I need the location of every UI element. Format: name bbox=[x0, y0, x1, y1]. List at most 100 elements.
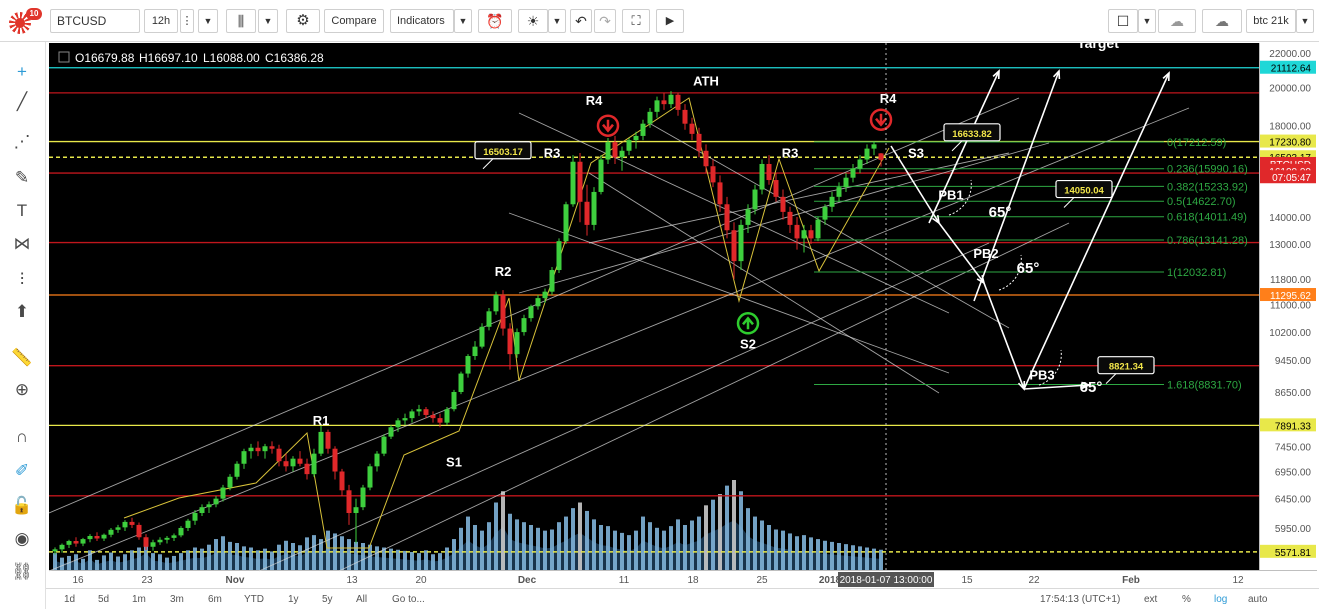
zoom-in-icon[interactable]: ⊕ bbox=[10, 378, 34, 402]
undo-icon[interactable]: ↶ bbox=[570, 9, 592, 33]
volume-bar bbox=[158, 554, 162, 570]
candle-body bbox=[507, 328, 513, 355]
interval-button[interactable]: 12h bbox=[144, 9, 178, 33]
bottom-bar: 1d 5d 1m 3m 6m YTD 1y 5y All Go to... 17:54:13 (UT… bbox=[46, 588, 1319, 609]
price-callout-text: 16503.17 bbox=[483, 147, 523, 158]
volume-bar bbox=[501, 491, 505, 570]
range-button-1m[interactable]: 1m bbox=[132, 592, 146, 607]
brush-icon[interactable]: ✎ bbox=[10, 166, 34, 190]
volume-bar bbox=[193, 547, 197, 570]
candle-body bbox=[780, 196, 786, 212]
volume-bar bbox=[326, 530, 330, 570]
goto-date-button[interactable]: Go to... bbox=[392, 592, 425, 607]
candle-body bbox=[206, 504, 212, 508]
magnet-icon[interactable]: ∩ bbox=[10, 425, 34, 449]
logo-dot bbox=[15, 18, 25, 28]
notification-badge: 10 bbox=[26, 8, 42, 20]
range-button-5y[interactable]: 5y bbox=[322, 592, 333, 607]
eye-icon[interactable]: ◉ bbox=[10, 527, 34, 551]
layout-name-button[interactable]: btc 21k bbox=[1246, 9, 1296, 33]
trend-line-icon[interactable]: ╱ bbox=[10, 90, 34, 114]
cloud-load-icon[interactable]: ☁ bbox=[1158, 9, 1196, 33]
candle-body bbox=[724, 204, 730, 231]
alert-clock-icon[interactable]: ⏰ bbox=[478, 9, 512, 33]
candle-body bbox=[129, 521, 135, 525]
volume-bar bbox=[767, 525, 771, 570]
candle-body bbox=[255, 447, 261, 452]
chart-pane[interactable]: 0(17212.59) 0.236(15990.16) 0.382(15233.92… bbox=[48, 35, 1317, 593]
candle-body bbox=[192, 513, 198, 521]
volume-bar bbox=[172, 555, 176, 570]
volume-bar bbox=[242, 546, 246, 570]
text-tool-icon[interactable]: T bbox=[10, 199, 34, 223]
link-icon[interactable]: ⛓ bbox=[10, 560, 34, 584]
volume-bar bbox=[102, 555, 106, 570]
volume-bar bbox=[718, 494, 722, 570]
ext-hours-toggle[interactable]: ext bbox=[1144, 592, 1157, 607]
price-axis-tick: 11800.00 bbox=[1270, 275, 1311, 286]
candle-body bbox=[479, 326, 485, 347]
brightness-dropdown-icon[interactable]: ▼ bbox=[548, 9, 566, 33]
range-button-all[interactable]: All bbox=[356, 592, 367, 607]
volume-bar bbox=[116, 556, 120, 570]
candle-body bbox=[87, 535, 93, 540]
indicators-button[interactable]: Indicators bbox=[390, 9, 454, 33]
utc-clock[interactable]: 17:54:13 (UTC+1) bbox=[1040, 592, 1120, 607]
candle-body bbox=[822, 206, 828, 220]
compare-button[interactable]: Compare bbox=[324, 9, 384, 33]
chart-annotation-label: Target bbox=[1077, 43, 1119, 51]
range-button-5d[interactable]: 5d bbox=[98, 592, 109, 607]
range-button-3m[interactable]: 3m bbox=[170, 592, 184, 607]
candle-body bbox=[276, 448, 282, 462]
replay-play-icon[interactable]: ▶ bbox=[656, 9, 684, 33]
chart-type-icon[interactable]: ⫼ bbox=[226, 9, 256, 33]
volume-bar bbox=[704, 505, 708, 570]
symbol-input[interactable]: BTCUSD bbox=[50, 9, 140, 33]
volume-bar bbox=[81, 558, 85, 570]
interval-dropdown-icon[interactable]: ▼ bbox=[198, 9, 218, 33]
range-button-ytd[interactable]: YTD bbox=[244, 592, 264, 607]
candle-body bbox=[710, 166, 716, 183]
pattern-tool-icon[interactable]: ⋈ bbox=[10, 232, 34, 256]
fib-retracement-icon[interactable]: ⋰ bbox=[10, 130, 34, 154]
layout-name-dropdown-icon[interactable]: ▼ bbox=[1296, 9, 1314, 33]
candle-body bbox=[367, 466, 373, 488]
price-axis-tick: 8650.00 bbox=[1275, 388, 1312, 399]
candle-body bbox=[787, 211, 793, 225]
redo-icon[interactable]: ↷ bbox=[594, 9, 616, 33]
percent-scale-toggle[interactable]: % bbox=[1182, 592, 1191, 607]
lock-icon[interactable]: 🔓 bbox=[10, 494, 34, 518]
settings-gear-icon[interactable]: ⚙ bbox=[286, 9, 320, 33]
arrow-up-icon[interactable]: ⬆ bbox=[10, 300, 34, 324]
crosshair-icon[interactable]: + bbox=[10, 60, 34, 84]
interval-menu-icon[interactable]: ⋮ bbox=[180, 9, 194, 33]
volume-bar bbox=[781, 530, 785, 570]
auto-scale-toggle[interactable]: auto bbox=[1248, 592, 1267, 607]
lock-drawing-icon[interactable]: ✐ bbox=[10, 459, 34, 483]
candle-body bbox=[864, 148, 870, 160]
price-chart[interactable]: 0(17212.59) 0.236(15990.16) 0.382(15233.92… bbox=[48, 35, 1317, 588]
indicators-dropdown-icon[interactable]: ▼ bbox=[454, 9, 472, 33]
candle-body bbox=[444, 409, 450, 423]
layout-square-icon[interactable]: ☐ bbox=[1108, 9, 1138, 33]
range-button-6m[interactable]: 6m bbox=[208, 592, 222, 607]
candle-body bbox=[717, 182, 723, 205]
candle-body bbox=[542, 291, 548, 299]
candle-body bbox=[745, 209, 751, 225]
prediction-tool-icon[interactable]: ⫶ bbox=[10, 268, 34, 292]
cloud-save-icon[interactable]: ☁ bbox=[1202, 9, 1242, 33]
range-button-1d[interactable]: 1d bbox=[64, 592, 75, 607]
range-button-1y[interactable]: 1y bbox=[288, 592, 299, 607]
layout-dropdown-icon[interactable]: ▼ bbox=[1138, 9, 1156, 33]
volume-bar bbox=[438, 553, 442, 570]
chart-type-dropdown-icon[interactable]: ▼ bbox=[258, 9, 278, 33]
app-root: 10 BTCUSD 12h ⋮ ▼ ⫼ ▼ ⚙ Compare Indicato… bbox=[0, 0, 1319, 609]
candle-body bbox=[843, 177, 849, 188]
time-axis-tick: 13 bbox=[346, 575, 358, 586]
fullscreen-icon[interactable]: ⛶ bbox=[622, 9, 650, 33]
brightness-icon[interactable]: ☀ bbox=[518, 9, 548, 33]
logo[interactable]: 10 bbox=[6, 8, 42, 36]
ruler-icon[interactable]: 📏 bbox=[10, 346, 34, 370]
log-scale-toggle[interactable]: log bbox=[1214, 592, 1227, 607]
candle-body bbox=[388, 427, 394, 437]
